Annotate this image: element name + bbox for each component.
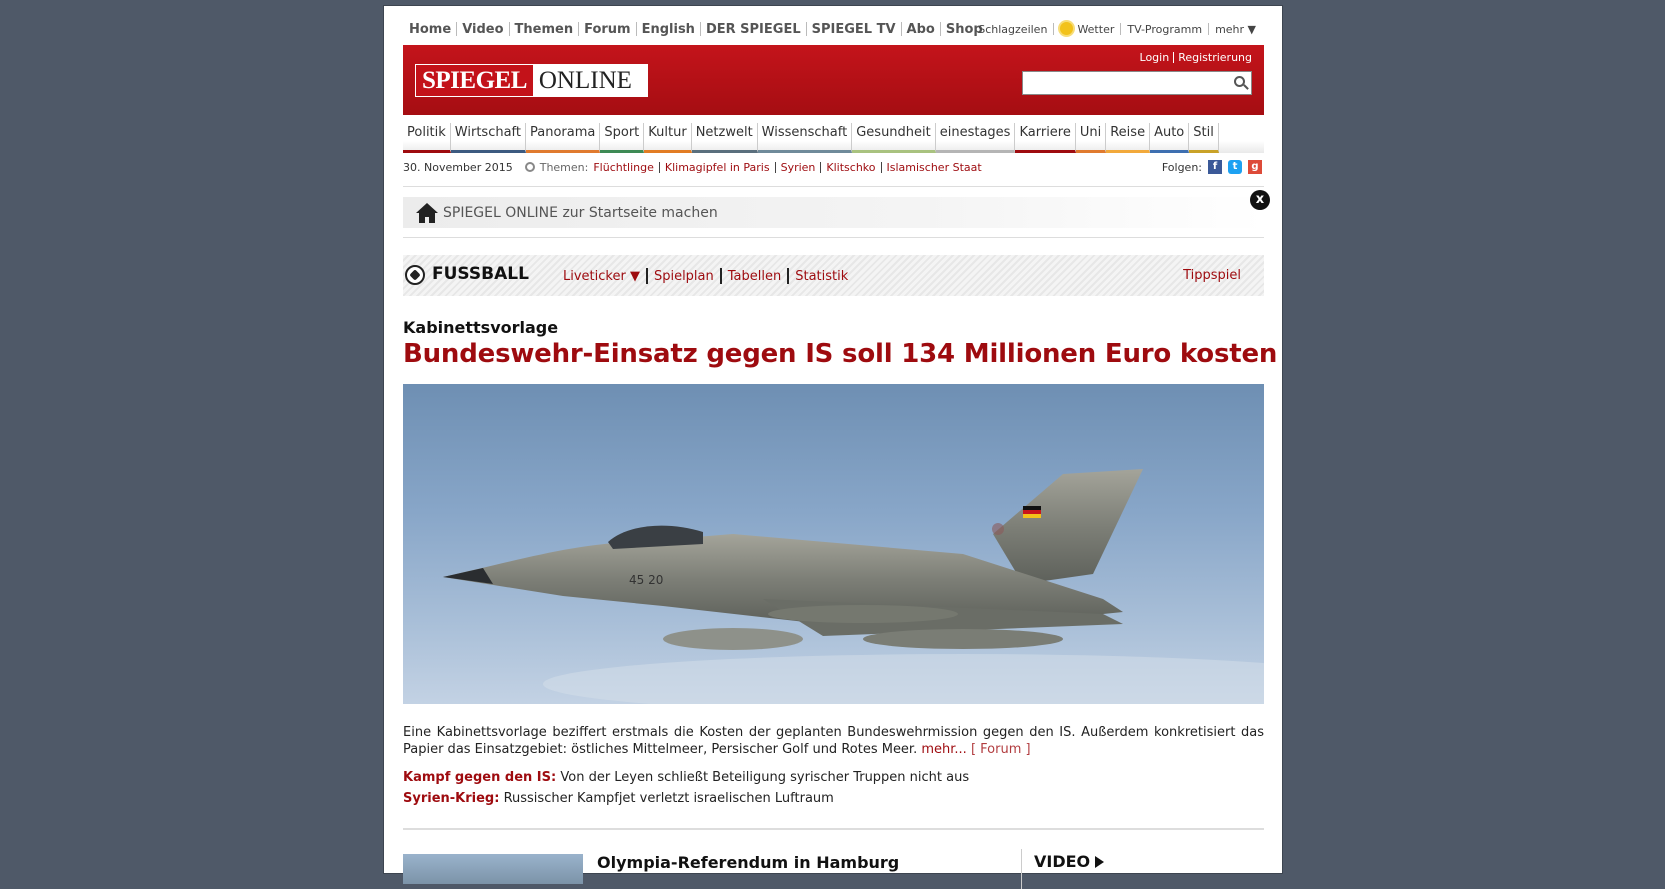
olympia-thumbnail[interactable] [403, 854, 583, 884]
search-input[interactable] [1022, 71, 1252, 95]
page-container: Home Video Themen Forum English DER SPIE… [383, 5, 1283, 889]
login-link[interactable]: Login [1140, 51, 1170, 64]
home-icon [416, 202, 438, 223]
section-tab-einestages[interactable]: einestages [935, 123, 1016, 153]
column-divider [1021, 849, 1022, 889]
auth-links: Login Registrierung [1140, 51, 1252, 64]
section-tab-wirtschaft[interactable]: Wirtschaft [450, 123, 526, 153]
olympia-headline[interactable]: Olympia-Referendum in Hamburg [597, 853, 899, 872]
aircraft-marking: 45 20 [629, 573, 663, 587]
google-plus-icon[interactable]: g [1248, 160, 1262, 174]
themes-label: Themen: [539, 160, 589, 174]
date-themes-row: 30. November 2015 Themen: Flüchtlinge Kl… [403, 157, 1264, 177]
nav-abo[interactable]: Abo [902, 22, 940, 37]
nav-spiegel-tv[interactable]: SPIEGEL TV [807, 22, 901, 37]
section-tab-kultur[interactable]: Kultur [644, 123, 692, 153]
article-teaser: Eine Kabinettsvorlage beziffert erstmals… [403, 724, 1264, 758]
related-label: Kampf gegen den IS: [403, 770, 557, 785]
nav-mehr[interactable]: mehr ▼ [1209, 23, 1262, 36]
theme-link[interactable]: Syrien [781, 161, 816, 174]
tabellen-link[interactable]: Tabellen [728, 269, 781, 284]
service-nav: Home Video Themen Forum English DER SPIE… [404, 20, 988, 38]
section-tab-gesundheit[interactable]: Gesundheit [852, 123, 936, 153]
search-icon[interactable] [1234, 76, 1245, 87]
logo-online: ONLINE [538, 66, 632, 94]
register-link[interactable]: Registrierung [1178, 51, 1252, 64]
nav-schlagzeilen[interactable]: Schlagzeilen [972, 23, 1053, 36]
theme-link[interactable]: Klitschko [826, 161, 875, 174]
section-tab-auto[interactable]: Auto [1150, 123, 1190, 153]
sun-icon [1060, 22, 1074, 35]
theme-link[interactable]: Flüchtlinge [593, 161, 654, 174]
nav-wetter[interactable]: Wetter [1054, 22, 1120, 36]
current-date: 30. November 2015 [403, 160, 513, 174]
service-nav-right: Schlagzeilen Wetter TV-Programm mehr ▼ [972, 20, 1262, 38]
nav-themen[interactable]: Themen [510, 22, 579, 37]
theme-link[interactable]: Klimagipfel in Paris [665, 161, 770, 174]
nav-wetter-label: Wetter [1077, 23, 1115, 36]
statistik-link[interactable]: Statistik [795, 269, 848, 284]
theme-link[interactable]: Islamischer Staat [887, 161, 982, 174]
section-tab-karriere[interactable]: Karriere [1015, 123, 1076, 153]
video-section-header[interactable]: VIDEO [1034, 852, 1105, 871]
nav-tv-programm[interactable]: TV-Programm [1121, 23, 1208, 36]
homepage-promo-bar[interactable]: SPIEGEL ONLINE zur Startseite machen [403, 197, 1264, 228]
facebook-icon[interactable]: f [1208, 160, 1222, 174]
section-tab-netzwelt[interactable]: Netzwelt [691, 123, 758, 153]
spiegel-online-logo[interactable]: SPIEGEL ONLINE [415, 64, 648, 97]
divider [403, 828, 1264, 830]
logo-spiegel: SPIEGEL [416, 65, 533, 96]
homepage-promo-text: SPIEGEL ONLINE zur Startseite machen [443, 204, 718, 221]
follow-label: Folgen: [1161, 160, 1202, 174]
section-tab-reise[interactable]: Reise [1106, 123, 1151, 153]
spielplan-link[interactable]: Spielplan [654, 269, 714, 284]
divider [403, 186, 1264, 187]
nav-der-spiegel[interactable]: DER SPIEGEL [701, 22, 806, 37]
related-article[interactable]: Syrien-Krieg: Russischer Kampfjet verlet… [403, 791, 834, 806]
themes-list: Themen: Flüchtlinge Klimagipfel in Paris… [524, 160, 982, 174]
section-tab-panorama[interactable]: Panorama [526, 123, 601, 153]
section-nav: Politik Wirtschaft Panorama Sport Kultur Netz… [403, 123, 1264, 153]
teaser-text: Eine Kabinettsvorlage beziffert erstmals… [403, 725, 1264, 757]
nav-home[interactable]: Home [404, 22, 456, 37]
tippspiel-link[interactable]: Tippspiel [1183, 268, 1241, 283]
pin-icon [524, 162, 535, 172]
section-tab-stil[interactable]: Stil [1189, 123, 1219, 153]
article-kicker: Kabinettsvorlage [403, 318, 559, 337]
play-arrow-icon [1095, 855, 1105, 868]
nav-forum[interactable]: Forum [579, 22, 636, 37]
twitter-icon[interactable]: t [1228, 160, 1242, 174]
nav-english[interactable]: English [637, 22, 700, 37]
fussball-bar: FUSSBALL Liveticker ▼ Spielplan Tabellen… [403, 255, 1264, 296]
related-text: Russischer Kampfjet verletzt israelische… [503, 791, 834, 806]
divider [403, 237, 1264, 238]
fighter-jet-photo: 45 20 [443, 469, 1264, 704]
more-link[interactable]: mehr... [921, 742, 966, 757]
masthead: SPIEGEL ONLINE Login Registrierung [403, 45, 1264, 115]
section-tab-wissenschaft[interactable]: Wissenschaft [757, 123, 853, 153]
related-article[interactable]: Kampf gegen den IS: Von der Leyen schlie… [403, 770, 969, 785]
forum-link[interactable]: [ Forum ] [971, 742, 1031, 757]
football-icon [405, 265, 425, 285]
fussball-title[interactable]: FUSSBALL [432, 264, 529, 284]
follow-bar: Folgen: f t g [1162, 157, 1262, 177]
related-text: Von der Leyen schließt Beteiligung syris… [560, 770, 970, 785]
liveticker-dropdown[interactable]: Liveticker ▼ [563, 269, 640, 284]
section-tab-uni[interactable]: Uni [1075, 123, 1107, 153]
article-hero-image[interactable]: 45 20 [403, 384, 1264, 704]
video-label: VIDEO [1034, 852, 1091, 871]
close-icon[interactable]: x [1250, 190, 1270, 210]
nav-video[interactable]: Video [457, 22, 508, 37]
section-tab-politik[interactable]: Politik [403, 123, 451, 153]
article-headline[interactable]: Bundeswehr-Einsatz gegen IS soll 134 Mil… [403, 339, 1277, 369]
fussball-links: Liveticker ▼ Spielplan Tabellen Statisti… [563, 268, 848, 284]
section-tab-sport[interactable]: Sport [600, 123, 645, 153]
related-label: Syrien-Krieg: [403, 791, 500, 806]
